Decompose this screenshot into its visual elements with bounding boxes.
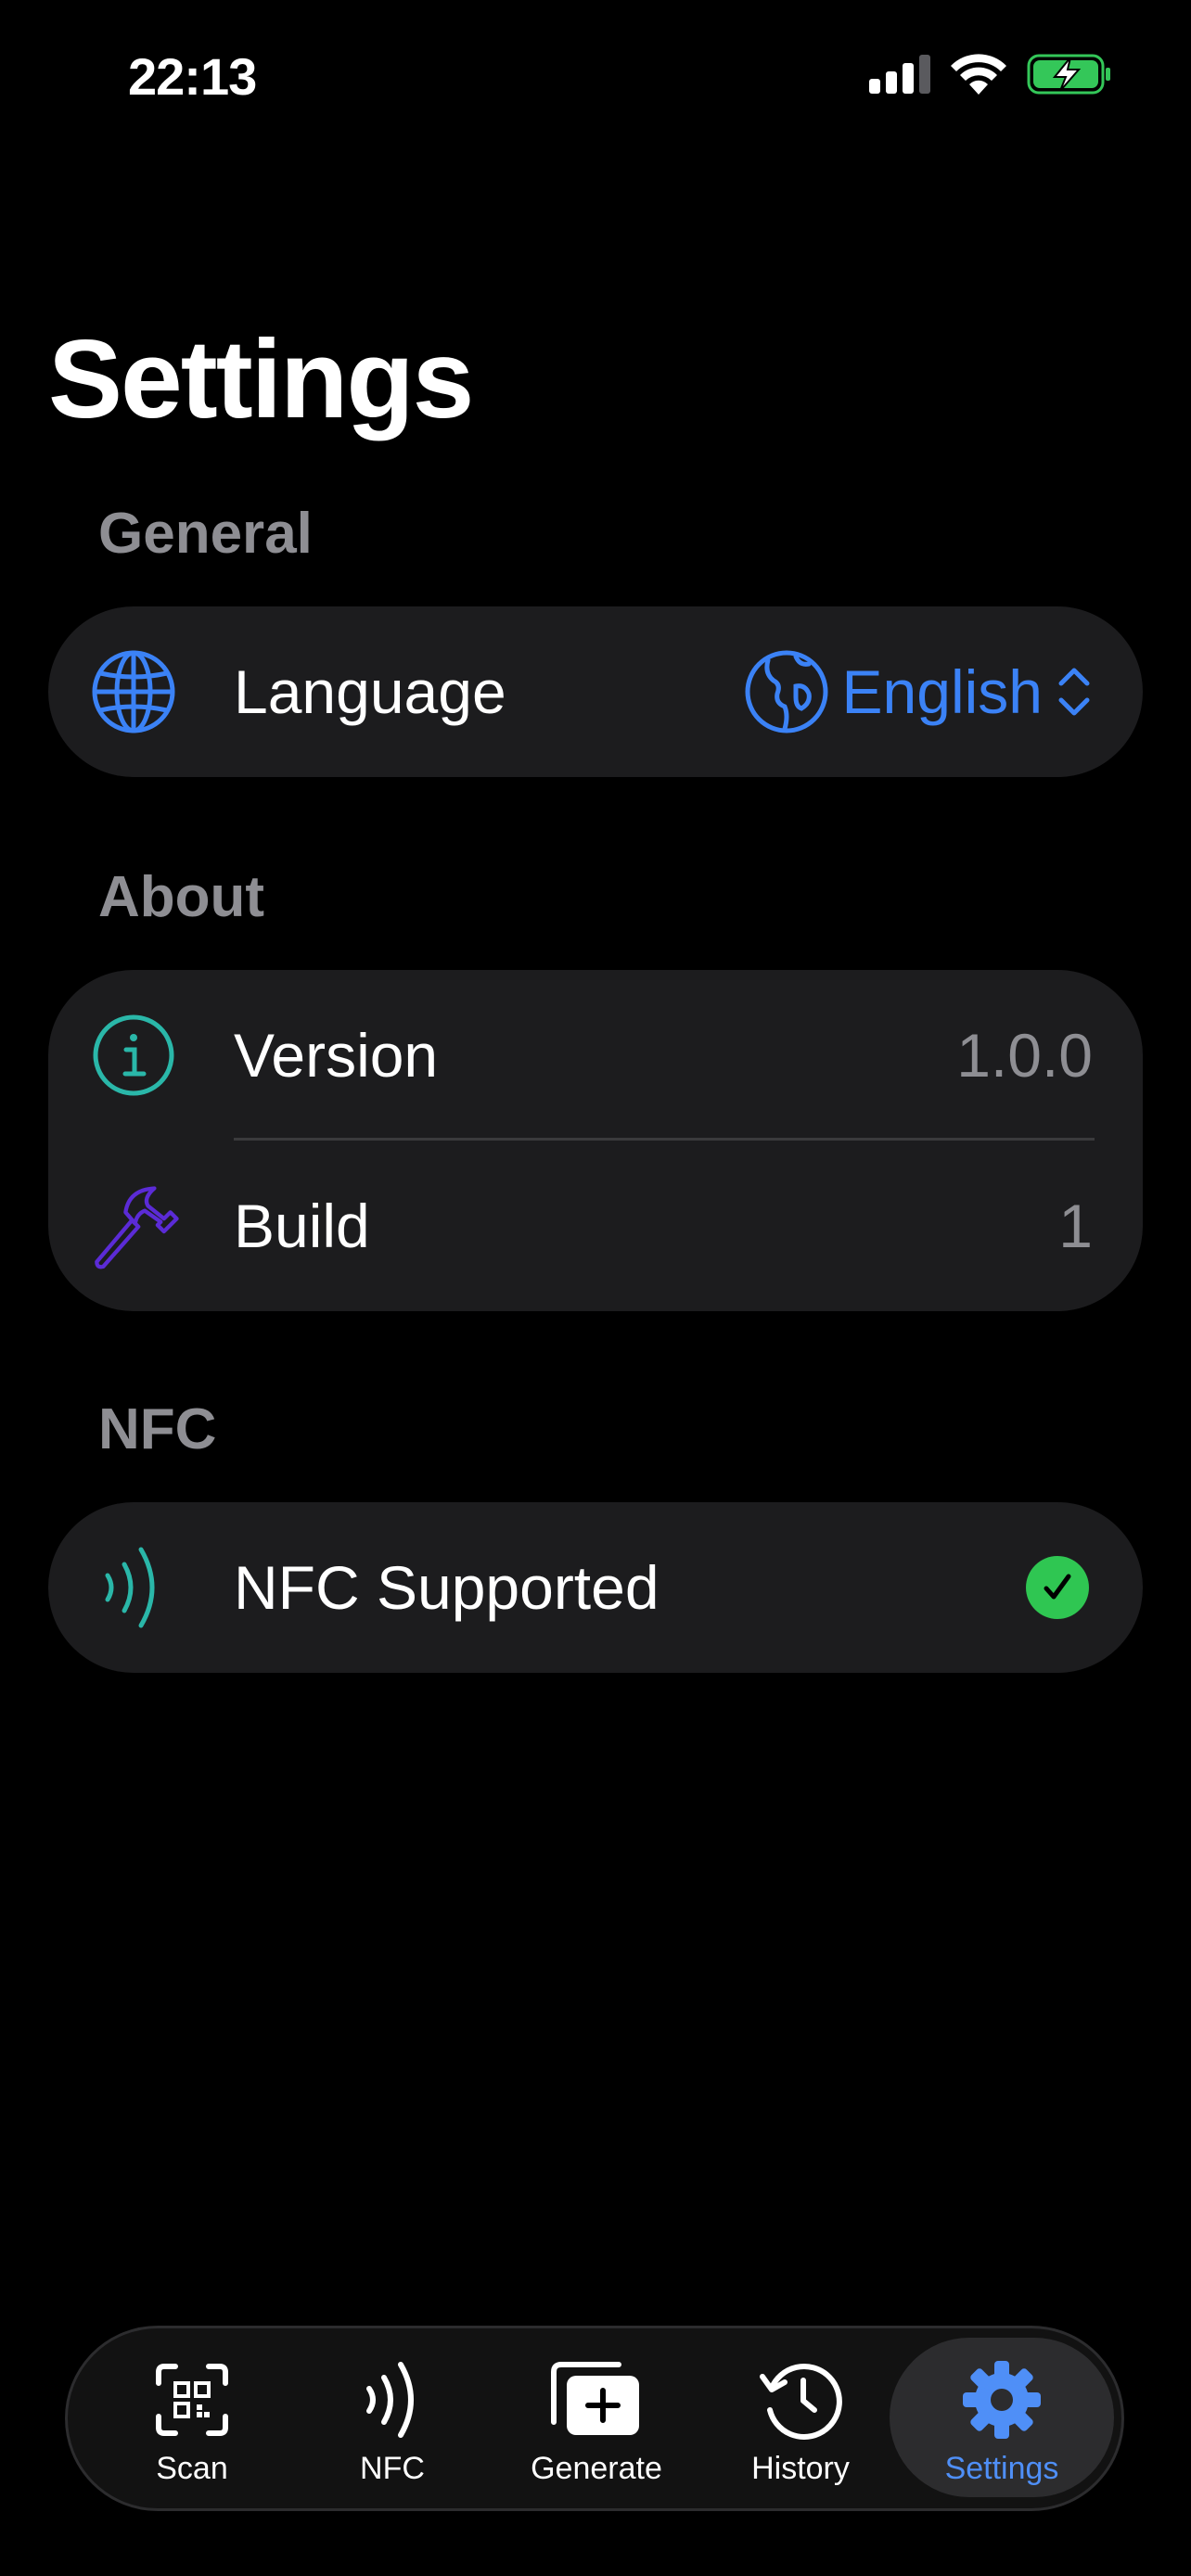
wifi-icon [951, 54, 1006, 95]
tab-settings-label: Settings [944, 2451, 1059, 2486]
tab-generate[interactable]: Generate [494, 2328, 698, 2508]
nfc-card: NFC Supported [48, 1502, 1143, 1673]
chevron-up-down-icon [1058, 668, 1090, 716]
tab-settings[interactable]: Settings [890, 2338, 1114, 2497]
tab-generate-label: Generate [531, 2451, 662, 2486]
checkmark-circle-icon [1026, 1556, 1089, 1619]
tab-scan[interactable]: Scan [90, 2328, 294, 2508]
tab-nfc[interactable]: NFC [290, 2328, 494, 2508]
version-row: Version 1.0.0 [48, 970, 1143, 1141]
status-bar: 22:13 [0, 0, 1191, 158]
language-picker[interactable]: English [744, 645, 1093, 738]
tab-nfc-label: NFC [360, 2451, 425, 2486]
tab-history-label: History [751, 2451, 850, 2486]
version-value: 1.0.0 [956, 1021, 1093, 1090]
history-clock-icon [745, 2356, 856, 2443]
battery-charging-icon [1027, 54, 1110, 95]
build-value: 1 [1058, 1192, 1093, 1260]
nfc-supported-row: NFC Supported [48, 1502, 1143, 1673]
language-label: Language [234, 657, 506, 726]
general-card: Language English [48, 606, 1143, 777]
language-row[interactable]: Language English [48, 606, 1143, 777]
language-value: English [841, 657, 1043, 726]
tab-bar: Scan NFC Generate History Settings [65, 2326, 1124, 2511]
tab-history[interactable]: History [698, 2328, 903, 2508]
generate-plus-icon [541, 2356, 652, 2443]
section-header-nfc: NFC [98, 1397, 217, 1461]
nfc-supported-label: NFC Supported [234, 1553, 660, 1622]
cellular-signal-icon [869, 55, 930, 94]
section-header-general: General [98, 502, 313, 566]
build-row: Build 1 [48, 1141, 1143, 1311]
status-time: 22:13 [128, 47, 257, 106]
globe-icon [87, 645, 180, 738]
qr-scan-icon [136, 2356, 248, 2443]
section-header-about: About [98, 865, 265, 929]
nfc-waves-icon [87, 1541, 180, 1634]
build-label: Build [234, 1192, 370, 1260]
nfc-icon [337, 2356, 448, 2443]
about-card: Version 1.0.0 Build 1 [48, 970, 1143, 1311]
status-icons [869, 54, 1112, 95]
version-label: Version [234, 1021, 439, 1090]
info-circle-icon [87, 1009, 180, 1102]
tab-scan-label: Scan [156, 2451, 228, 2486]
globe-americas-icon [745, 650, 828, 733]
page-title: Settings [48, 317, 474, 441]
gear-icon [946, 2356, 1057, 2443]
hammer-icon [87, 1180, 180, 1272]
